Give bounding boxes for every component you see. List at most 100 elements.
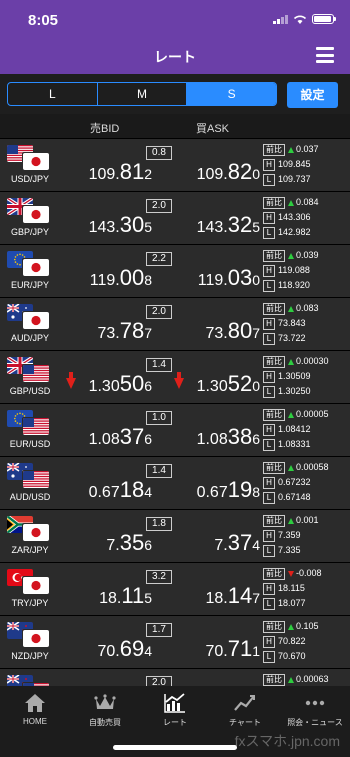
ask-price[interactable]: 73.807 (160, 318, 260, 344)
size-tab-l[interactable]: L (8, 83, 97, 105)
currency-pair: NZD/JPY (11, 651, 49, 661)
crown-icon (70, 692, 140, 714)
bid-price-tail: 8 (144, 272, 152, 288)
nav-item-2[interactable]: レート (140, 692, 210, 728)
size-segmented-control: LMS (7, 82, 277, 106)
size-tab-m[interactable]: M (96, 83, 187, 105)
high-tag: H (263, 529, 275, 542)
rate-stats: 前比 0.039 H 119.088 L 118.920 (263, 248, 349, 293)
ask-price[interactable]: 0.67198 (160, 477, 260, 503)
jp-flag-icon (23, 312, 49, 329)
bid-price[interactable]: 143.305 (52, 212, 152, 238)
high-value: 109.845 (278, 159, 311, 169)
rate-stats: 前比 0.083 H 73.843 L 73.722 (263, 301, 349, 346)
bid-price-tail: 5 (144, 590, 152, 606)
change-value: 0.039 (296, 250, 319, 260)
high-tag: H (263, 476, 275, 489)
bid-price[interactable]: 1.30506 (52, 371, 152, 397)
change-value: 0.00063 (296, 674, 329, 684)
ask-price-tail: 0 (252, 378, 260, 394)
nav-item-0[interactable]: HOME (0, 692, 70, 726)
ask-price[interactable]: 119.030 (160, 265, 260, 291)
rate-row[interactable]: NZD/JPY 1.7 70.694 70.711 前比 0.105 H 70.82… (0, 616, 350, 669)
bid-price[interactable]: 18.115 (52, 583, 152, 609)
currency-flags (7, 251, 51, 277)
ask-price-head: 7. (214, 537, 228, 554)
ask-price[interactable]: 70.711 (160, 636, 260, 662)
change-up-icon (288, 676, 294, 683)
nav-item-1[interactable]: 自動売買 (70, 692, 140, 728)
ask-price[interactable]: 143.325 (160, 212, 260, 238)
ask-price-tail: 4 (252, 537, 260, 553)
bid-price-tail: 7 (144, 325, 152, 341)
low-tag: L (263, 332, 275, 345)
change-value: 0.00030 (296, 356, 329, 366)
bid-price[interactable]: 119.008 (52, 265, 152, 291)
home-indicator (113, 745, 237, 750)
currency-pair: EUR/JPY (10, 280, 49, 290)
ask-price-tail: 0 (252, 166, 260, 182)
bid-price[interactable]: 70.694 (52, 636, 152, 662)
bid-price-tail: 4 (144, 643, 152, 659)
change-value: 0.00058 (296, 462, 329, 472)
rate-row[interactable]: 2.0 前比0.00063 H L (0, 669, 350, 686)
ask-price-pips: 52 (227, 371, 253, 396)
ask-price[interactable]: 18.147 (160, 583, 260, 609)
ask-price-head: 70. (205, 643, 228, 660)
nav-label: レート (163, 718, 187, 727)
currency-flags (7, 622, 51, 648)
jp-flag-icon (23, 524, 49, 541)
rate-row[interactable]: ZAR/JPY 1.8 7.356 7.374 前比 0.001 H 7.359 L… (0, 510, 350, 563)
bid-price-head: 1.30 (88, 378, 120, 395)
prev-change-tag: 前比 (263, 461, 285, 474)
jp-flag-icon (23, 153, 49, 170)
change-value: -0.008 (296, 568, 322, 578)
rate-chart-icon (140, 692, 210, 714)
high-value: 7.359 (278, 530, 301, 540)
change-value: 0.00005 (296, 409, 329, 419)
rate-row[interactable]: AUD/JPY 2.0 73.787 73.807 前比 0.083 H 73.84… (0, 298, 350, 351)
bid-price[interactable]: 7.356 (52, 530, 152, 556)
bid-price-head: 1.08 (88, 431, 120, 448)
ask-price[interactable]: 7.374 (160, 530, 260, 556)
bid-price-tail: 6 (144, 431, 152, 447)
currency-flags (7, 410, 51, 436)
bid-price[interactable]: 1.08376 (52, 424, 152, 450)
ask-price-tail: 7 (252, 325, 260, 341)
rate-row[interactable]: EUR/USD 1.0 1.08376 1.08386 前比 0.00005 H1… (0, 404, 350, 457)
ask-price[interactable]: 109.820 (160, 159, 260, 185)
rate-row[interactable]: EUR/JPY 2.2 119.008 119.030 前比 0.039 H 119… (0, 245, 350, 298)
ask-price[interactable]: 1.30520 (160, 371, 260, 397)
rate-row[interactable]: AUD/USD 1.4 0.67184 0.67198 前比 0.00058 H0… (0, 457, 350, 510)
bid-price-tail: 6 (144, 378, 152, 394)
nav-item-4[interactable]: 照会・ニュース (280, 692, 350, 728)
jp-flag-icon (23, 630, 49, 647)
ask-price[interactable]: 1.08386 (160, 424, 260, 450)
bid-price[interactable]: 73.787 (52, 318, 152, 344)
low-value: 109.737 (278, 174, 311, 184)
signal-icon (273, 14, 288, 24)
rate-row[interactable]: GBP/JPY 2.0 143.305 143.325 前比 0.084 H 143… (0, 192, 350, 245)
home-icon (0, 692, 70, 714)
change-up-icon (288, 199, 294, 206)
spread-value: 2.0 (146, 199, 172, 213)
bid-price-pips: 00 (119, 265, 145, 290)
rate-row[interactable]: USD/JPY 0.8 109.812 109.820 前比 0.037 H 109… (0, 139, 350, 192)
nav-item-3[interactable]: チャート (210, 692, 280, 728)
settings-button[interactable]: 設定 (287, 82, 338, 108)
currency-flags (7, 198, 51, 224)
change-up-icon (288, 146, 294, 153)
rate-stats: 前比 0.00030 H 1.30509 L 1.30250 (263, 354, 349, 399)
size-tab-s[interactable]: S (186, 83, 276, 105)
prev-change-tag: 前比 (263, 355, 285, 368)
change-up-icon (288, 305, 294, 312)
rate-row[interactable]: TRY/JPY 3.2 18.115 18.147 前比 -0.008 H 18.1… (0, 563, 350, 616)
change-value: 0.084 (296, 197, 319, 207)
high-tag: H (263, 635, 275, 648)
hamburger-menu-icon[interactable] (316, 47, 334, 63)
bid-price[interactable]: 0.67184 (52, 477, 152, 503)
bid-price-head: 70. (97, 643, 120, 660)
rate-row[interactable]: GBP/USD 1.4 1.30506 1.30520 前比 0.00030 H1… (0, 351, 350, 404)
bid-price[interactable]: 109.812 (52, 159, 152, 185)
bid-price-tail: 5 (144, 219, 152, 235)
